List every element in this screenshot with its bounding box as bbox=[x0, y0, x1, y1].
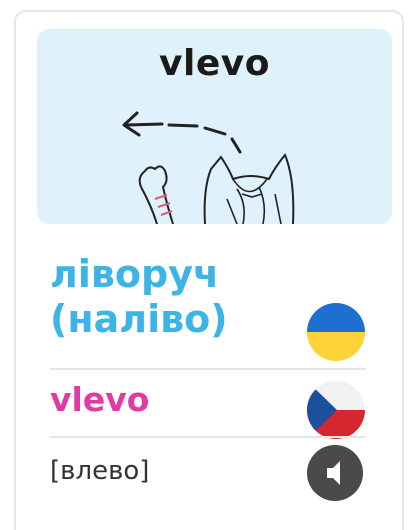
czech-word: vlevo bbox=[50, 380, 150, 419]
divider bbox=[50, 368, 366, 370]
play-audio-button[interactable] bbox=[307, 445, 363, 501]
ukraine-flag-icon bbox=[307, 303, 365, 361]
word-illustration: vlevo bbox=[37, 29, 392, 224]
czech-flag-icon bbox=[307, 381, 365, 439]
speaker-icon bbox=[327, 461, 340, 485]
pronunciation-text: [влево] bbox=[50, 456, 150, 486]
divider bbox=[50, 436, 366, 438]
ukrainian-translation: ліворуч (наліво) bbox=[50, 252, 228, 341]
illustration-word: vlevo bbox=[159, 43, 270, 84]
